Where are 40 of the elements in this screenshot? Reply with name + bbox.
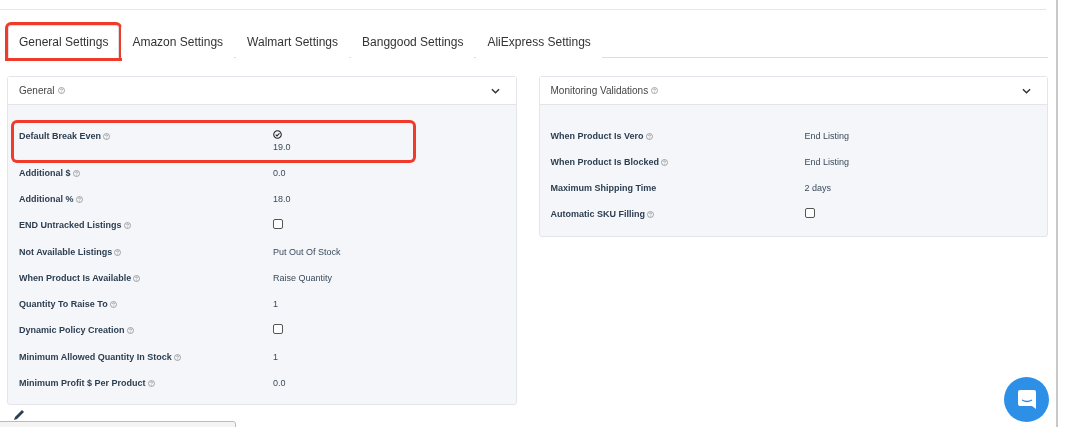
setting-label: Default Break Even — [19, 130, 102, 142]
setting-label: When Product Is Blocked — [550, 156, 659, 168]
setting-label: Minimum Profit $ Per Product — [19, 377, 146, 389]
setting-label: Quantity To Raise To — [19, 298, 108, 310]
chat-icon — [1016, 389, 1037, 410]
setting-label: When Product Is Available — [19, 272, 132, 284]
setting-label: Automatic SKU Filling — [550, 208, 645, 220]
panel-title: General — [19, 85, 55, 96]
setting-label: END Untracked Listings — [19, 219, 122, 231]
help-icon — [57, 87, 65, 94]
settings-tab[interactable]: Amazon Settings — [121, 25, 235, 58]
help-icon — [651, 87, 659, 94]
chevron-icon[interactable] — [490, 87, 500, 94]
chat-button[interactable] — [1004, 377, 1049, 422]
settings-tab[interactable]: General Settings — [8, 25, 120, 58]
setting-label: Maximum Shipping Time — [550, 182, 657, 194]
setting-value: 1 — [273, 352, 278, 362]
checkbox[interactable] — [273, 324, 283, 334]
setting-label: Not Available Listings — [19, 246, 113, 258]
setting-value: 1 — [273, 299, 278, 309]
panel-header[interactable]: General — [8, 77, 516, 105]
panel-header[interactable]: Monitoring Validations — [539, 77, 1047, 105]
setting-value: 2 days — [804, 183, 832, 193]
setting-value: 19.0 — [273, 141, 291, 153]
panel-title: Monitoring Validations — [550, 85, 649, 96]
setting-value: 0.0 — [273, 168, 286, 178]
setting-label: Dynamic Policy Creation — [19, 324, 125, 336]
setting-value: Raise Quantity — [273, 273, 333, 283]
setting-label: Additional $ — [19, 167, 71, 179]
setting-value: 0.0 — [273, 378, 286, 388]
checkbox[interactable] — [273, 219, 283, 229]
setting-value: 18.0 — [273, 194, 291, 204]
setting-value: End Listing — [804, 131, 850, 141]
setting-label: When Product Is Vero — [550, 130, 644, 142]
checkbox[interactable] — [804, 208, 815, 218]
setting-value: Put Out Of Stock — [273, 247, 341, 257]
chevron-icon[interactable] — [1022, 87, 1031, 94]
setting-label: Additional % — [19, 193, 74, 205]
setting-value: End Listing — [804, 157, 850, 167]
setting-label: Minimum Allowed Quantity In Stock — [19, 351, 172, 363]
